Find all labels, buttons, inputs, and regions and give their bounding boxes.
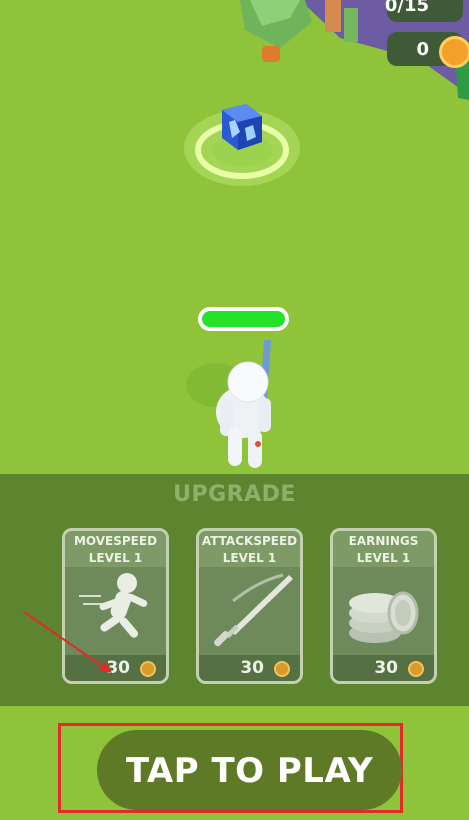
- card-name: EARNINGS: [348, 534, 419, 548]
- post-icon: [325, 0, 341, 32]
- upgrade-card-earnings[interactable]: EARNINGS LEVEL 1 30: [330, 528, 437, 684]
- card-price: 30: [240, 658, 264, 678]
- kill-counter: 0/15: [384, 0, 463, 22]
- katana-icon: [214, 573, 293, 647]
- coin-icon: [408, 661, 424, 677]
- upgrade-card-attackspeed[interactable]: ATTACKSPEED LEVEL 1 30: [196, 528, 303, 684]
- card-level: LEVEL 1: [356, 551, 411, 565]
- player-health-bar: [198, 307, 289, 331]
- card-level: LEVEL 1: [88, 551, 143, 565]
- card-level: LEVEL 1: [222, 551, 277, 565]
- card-price: 30: [374, 658, 398, 678]
- game-scene: 0/15 0: [0, 0, 469, 474]
- scene-art: [184, 0, 469, 468]
- kill-counter-value: 0/15: [384, 0, 429, 16]
- tap-to-play-label: TAP TO PLAY: [125, 751, 374, 791]
- coin-icon: [140, 661, 156, 677]
- card-name: MOVESPEED: [73, 534, 158, 548]
- coin-counter-value: 0: [416, 38, 429, 60]
- guide-arrow-icon: [23, 611, 112, 673]
- upgrade-title: UPGRADE: [173, 482, 296, 507]
- player-character-icon: [216, 339, 272, 468]
- coin-icon: [274, 661, 290, 677]
- tree-icon: [240, 0, 312, 62]
- card-name: ATTACKSPEED: [201, 534, 298, 548]
- coin-stack-icon: [349, 591, 419, 643]
- coin-icon: [439, 36, 469, 68]
- coin-counter: 0: [387, 32, 469, 68]
- tap-to-play-button[interactable]: TAP TO PLAY: [97, 730, 402, 810]
- grass-tuft-icon: [344, 8, 358, 42]
